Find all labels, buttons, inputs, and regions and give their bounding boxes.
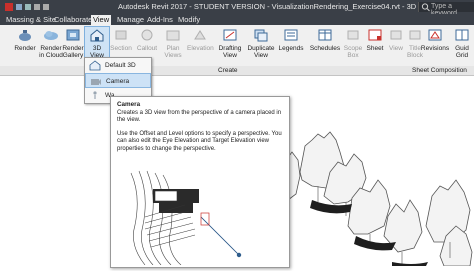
sheet-composition-panel-label[interactable]: Sheet Composition	[412, 67, 467, 74]
drafting-view-label-1: Drafting	[218, 45, 242, 52]
drafting-icon	[223, 29, 237, 41]
ribbon: Render Render in Cloud Render Gallery 3D…	[0, 25, 474, 67]
duplicate-icon	[254, 29, 268, 42]
schedules-label: Schedules	[309, 45, 341, 52]
render-label: Render	[14, 45, 36, 52]
plan-views-label-1: Plan	[166, 45, 180, 52]
plan-views-label-2: Views	[164, 52, 182, 59]
revisions-button[interactable]: Revisions	[420, 27, 450, 52]
search-icon	[421, 3, 430, 12]
render-gallery-label-2: Gallery	[62, 52, 84, 59]
tab-add-ins[interactable]: Add-Ins	[145, 15, 175, 25]
render-gallery-button[interactable]: Render Gallery	[60, 27, 86, 59]
default-3d-view-item[interactable]: Default 3D View	[85, 58, 151, 84]
scope-box-icon	[347, 30, 359, 40]
tooltip-title: Camera	[117, 101, 141, 108]
callout-icon	[141, 29, 153, 41]
tab-collaborate[interactable]: Collaborate	[52, 15, 94, 25]
revisions-icon	[428, 29, 442, 41]
duplicate-view-label-2: View	[254, 52, 268, 59]
view-label: View	[389, 45, 403, 52]
guide-grid-button[interactable]: Guid Grid	[450, 27, 474, 59]
camera-tooltip: Camera Creates a 3D view from the perspe…	[110, 96, 290, 268]
legends-button[interactable]: Legends	[278, 27, 304, 52]
sheet-label: Sheet	[366, 45, 384, 52]
3d-view-label-1: 3D	[92, 45, 102, 52]
walkthrough-icon	[93, 91, 97, 99]
duplicate-view-button[interactable]: Duplicate View	[246, 27, 276, 59]
schedules-icon	[318, 29, 332, 41]
revisions-label: Revisions	[420, 45, 450, 52]
camera-icon	[91, 79, 101, 85]
teapot-icon	[19, 30, 31, 41]
render-gallery-label-1: Render	[62, 45, 84, 52]
section-button[interactable]: Section	[108, 27, 134, 52]
tooltip-instructions: Use the Offset and Level options to spec…	[117, 131, 282, 152]
title-bar: Autodesk Revit 2017 - STUDENT VERSION - …	[0, 0, 474, 17]
camera-label: Camera	[106, 78, 130, 85]
schedules-button[interactable]: Schedules	[309, 27, 341, 52]
ribbon-tabs: Massing & Site Collaborate View Manage A…	[0, 14, 474, 25]
create-panel-label[interactable]: Create	[218, 67, 238, 74]
tab-view[interactable]: View	[91, 15, 112, 25]
scope-box-label-1: Scope	[343, 45, 363, 52]
camera-item[interactable]: Camera	[85, 73, 151, 88]
tooltip-description: Creates a 3D view from the perspective o…	[117, 110, 282, 124]
camera-plan-illustration	[115, 165, 265, 265]
gallery-icon	[66, 29, 80, 41]
tab-massing-site[interactable]: Massing & Site	[4, 15, 58, 25]
elevation-icon	[194, 30, 206, 40]
quick-access-icons	[5, 3, 49, 11]
callout-button[interactable]: Callout	[134, 27, 160, 52]
elevation-button[interactable]: Elevation	[187, 27, 214, 52]
cloud-icon	[44, 31, 58, 40]
drafting-view-label-2: View	[223, 52, 237, 59]
legends-icon	[284, 29, 298, 41]
legends-label: Legends	[278, 45, 304, 52]
plan-views-button[interactable]: Plan Views	[160, 27, 186, 59]
search-box[interactable]: Type a keyword	[418, 2, 474, 17]
elevation-label: Elevation	[187, 45, 214, 52]
tab-modify[interactable]: Modify	[176, 15, 202, 25]
callout-label: Callout	[136, 45, 158, 52]
ribbon-panel-bar: Create Sheet Composition	[0, 66, 474, 76]
render-in-cloud-label-1: Render	[40, 45, 62, 52]
tab-manage[interactable]: Manage	[115, 15, 146, 25]
drafting-view-button[interactable]: Drafting View	[217, 27, 243, 59]
guide-grid-label-1: Guid	[455, 45, 469, 52]
default-3d-view-icon	[89, 60, 101, 71]
camera-marker	[236, 252, 242, 258]
quick-access-toolbar[interactable]	[4, 2, 54, 12]
section-icon	[115, 30, 127, 40]
scope-box-label-2: Box	[347, 52, 359, 59]
guide-grid-label-2: Grid	[455, 52, 469, 59]
render-button[interactable]: Render	[12, 27, 38, 52]
plan-views-icon	[166, 30, 180, 41]
section-label: Section	[110, 45, 132, 52]
guide-grid-icon	[455, 29, 469, 41]
house-3d-icon	[90, 29, 104, 42]
duplicate-view-label-1: Duplicate	[247, 45, 275, 52]
sheet-icon	[368, 29, 382, 41]
title-block-label-2: Block	[407, 52, 423, 59]
